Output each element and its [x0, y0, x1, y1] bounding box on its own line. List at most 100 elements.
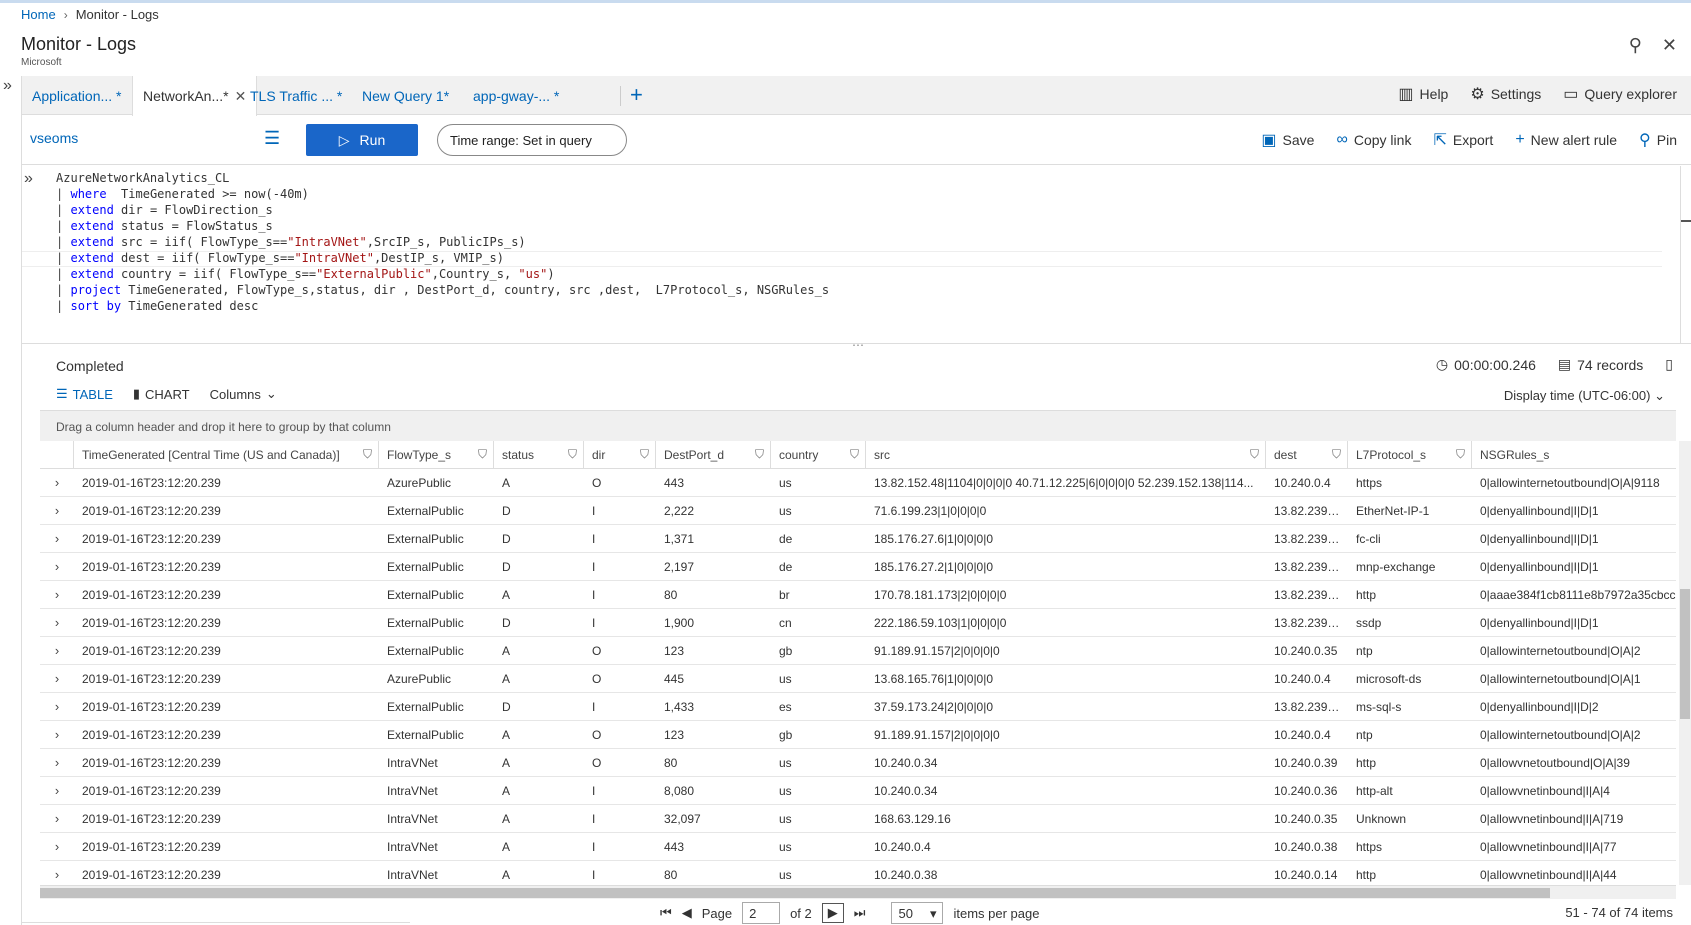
copy-link-button[interactable]: ∞ Copy link — [1336, 130, 1411, 150]
filter-settings-icon[interactable]: ☰ — [264, 128, 280, 149]
table-row[interactable]: › 2019-01-16T23:12:20.239 ExternalPublic D I… — [40, 497, 1676, 525]
column-header[interactable]: FlowType_s ⛉ — [379, 441, 494, 468]
grid-horizontal-scrollbar[interactable] — [40, 885, 1676, 899]
resize-handle[interactable]: ⋯ — [852, 338, 864, 352]
column-header[interactable]: L7Protocol_s ⛉ — [1348, 441, 1472, 468]
table-row[interactable]: › 2019-01-16T23:12:20.239 ExternalPublic D I… — [40, 525, 1676, 553]
table-row[interactable]: › 2019-01-16T23:12:20.239 ExternalPublic A O… — [40, 637, 1676, 665]
column-header[interactable]: src ⛉ — [866, 441, 1266, 468]
filter-icon[interactable]: ⛉ — [478, 447, 487, 462]
column-header[interactable]: dir ⛉ — [584, 441, 656, 468]
expand-row-icon[interactable]: › — [40, 587, 74, 602]
editor-scrollbar[interactable] — [1680, 166, 1691, 344]
filter-icon[interactable]: ⛉ — [640, 447, 649, 462]
tab-networkanalytics[interactable]: NetworkAn...* ✕ — [132, 76, 258, 116]
columns-dropdown[interactable]: Columns ⌄ — [210, 386, 277, 402]
filter-icon[interactable]: ⛉ — [363, 447, 372, 462]
breadcrumb-home-link[interactable]: Home — [21, 7, 56, 22]
pin-button[interactable]: ⚲ Pin — [1639, 130, 1677, 150]
new-alert-rule-button[interactable]: + New alert rule — [1515, 130, 1617, 150]
column-header-label: dir — [592, 447, 606, 462]
column-header[interactable]: NSGRules_s — [1472, 441, 1676, 468]
column-header[interactable]: country ⛉ — [771, 441, 866, 468]
expand-row-icon[interactable]: › — [40, 839, 74, 854]
add-tab-icon[interactable]: + — [630, 82, 643, 108]
time-range-picker[interactable]: Time range: Set in query — [437, 124, 627, 156]
expand-row-icon[interactable]: › — [40, 699, 74, 714]
run-button[interactable]: ▷ Run — [306, 124, 418, 156]
expand-row-icon[interactable]: › — [40, 811, 74, 826]
chevron-down-icon: ⌄ — [1654, 388, 1665, 403]
table-row[interactable]: › 2019-01-16T23:12:20.239 ExternalPublic D I… — [40, 693, 1676, 721]
table-row[interactable]: › 2019-01-16T23:12:20.239 ExternalPublic D I… — [40, 609, 1676, 637]
tab-app-gway[interactable]: app-gway-... * — [463, 76, 569, 115]
table-row[interactable]: › 2019-01-16T23:12:20.239 AzurePublic A O 443… — [40, 469, 1676, 497]
chevron-down-icon: ⌄ — [265, 386, 277, 401]
query-editor[interactable]: » AzureNetworkAnalytics_CL | where TimeG… — [22, 166, 1691, 344]
column-header[interactable]: TimeGenerated [Central Time (US and Cana… — [74, 441, 379, 468]
cell-time: 2019-01-16T23:12:20.239 — [82, 643, 221, 658]
copy-results-icon[interactable]: ▯ — [1665, 356, 1673, 373]
tab-chart[interactable]: ▮ CHART — [133, 386, 190, 402]
workspace-selector[interactable]: vseoms — [30, 130, 78, 146]
expand-row-icon[interactable]: › — [40, 503, 74, 518]
expand-row-icon[interactable]: › — [40, 727, 74, 742]
display-time-dropdown[interactable]: Display time (UTC-06:00) ⌄ — [1504, 388, 1665, 404]
help-button[interactable]: ▥ Help — [1398, 84, 1448, 104]
double-chevron-right-icon[interactable]: » — [3, 77, 12, 95]
table-row[interactable]: › 2019-01-16T23:12:20.239 IntraVNet A I 80 us 1… — [40, 861, 1676, 885]
tab-new-query-1[interactable]: New Query 1* — [352, 76, 459, 115]
expand-row-icon[interactable]: › — [40, 867, 74, 882]
expand-row-icon[interactable]: › — [40, 531, 74, 546]
double-chevron-right-icon[interactable]: » — [24, 170, 33, 188]
query-explorer-button[interactable]: ▭ Query explorer — [1563, 84, 1677, 104]
expand-row-icon[interactable]: › — [40, 475, 74, 490]
column-header[interactable]: DestPort_d ⛉ — [656, 441, 771, 468]
top-accent-line — [0, 0, 1691, 3]
table-row[interactable]: › 2019-01-16T23:12:20.239 ExternalPublic A O… — [40, 721, 1676, 749]
expand-row-icon[interactable]: › — [40, 615, 74, 630]
tab-tls-traffic[interactable]: TLS Traffic ... * — [240, 76, 352, 115]
table-row[interactable]: › 2019-01-16T23:12:20.239 ExternalPublic D I… — [40, 553, 1676, 581]
expand-row-icon[interactable]: › — [40, 783, 74, 798]
column-header[interactable]: dest ⛉ — [1266, 441, 1348, 468]
table-row[interactable]: › 2019-01-16T23:12:20.239 IntraVNet A I 8,080… — [40, 777, 1676, 805]
table-row[interactable]: › 2019-01-16T23:12:20.239 ExternalPublic A I… — [40, 581, 1676, 609]
query-code[interactable]: AzureNetworkAnalytics_CL | where TimeGen… — [56, 170, 829, 314]
table-row[interactable]: › 2019-01-16T23:12:20.239 IntraVNet A I 32,09… — [40, 805, 1676, 833]
last-page-icon[interactable]: ⏭ — [854, 905, 866, 921]
grid-vertical-scrollbar[interactable] — [1679, 441, 1691, 885]
tab-application[interactable]: Application... * — [22, 76, 132, 115]
next-page-icon[interactable]: ▶ — [821, 903, 844, 923]
cell-country: cn — [779, 615, 792, 630]
filter-icon[interactable]: ⛉ — [755, 447, 764, 462]
items-per-page-select[interactable]: 50 ▾ — [891, 902, 944, 924]
pin-icon[interactable]: ⚲ — [1629, 35, 1642, 56]
query-line: | extend country = iif( FlowType_s=="Ext… — [56, 267, 555, 281]
cell-src: 185.176.27.6|1|0|0|0|0 — [874, 531, 994, 546]
table-row[interactable]: › 2019-01-16T23:12:20.239 AzurePublic A O 445… — [40, 665, 1676, 693]
previous-page-icon[interactable]: ◀ — [682, 905, 692, 921]
expand-row-icon[interactable]: › — [40, 755, 74, 770]
expand-row-icon[interactable]: › — [40, 643, 74, 658]
filter-icon[interactable]: ⛉ — [1250, 447, 1259, 462]
table-row[interactable]: › 2019-01-16T23:12:20.239 IntraVNet A O 80 us 1… — [40, 749, 1676, 777]
tab-table[interactable]: ☰ TABLE — [56, 386, 113, 402]
group-by-drop-zone[interactable]: Drag a column header and drop it here to… — [40, 410, 1676, 441]
filter-icon[interactable]: ⛉ — [568, 447, 577, 462]
table-row[interactable]: › 2019-01-16T23:12:20.239 IntraVNet A I 443 us… — [40, 833, 1676, 861]
expand-row-icon[interactable]: › — [40, 559, 74, 574]
filter-icon[interactable]: ⛉ — [850, 447, 859, 462]
page-count-label: of 2 — [790, 905, 812, 921]
export-button[interactable]: ⇱ Export — [1433, 130, 1493, 150]
expand-row-icon[interactable]: › — [40, 671, 74, 686]
first-page-icon[interactable]: ⏮ — [660, 905, 672, 921]
cell-status: D — [502, 699, 511, 714]
settings-button[interactable]: ⚙ Settings — [1470, 84, 1541, 104]
filter-icon[interactable]: ⛉ — [1456, 447, 1465, 462]
column-header[interactable]: status ⛉ — [494, 441, 584, 468]
save-button[interactable]: ▣ Save — [1261, 130, 1314, 150]
close-icon[interactable]: ✕ — [1662, 35, 1677, 56]
filter-icon[interactable]: ⛉ — [1332, 447, 1341, 462]
page-number-input[interactable]: 2 — [742, 902, 781, 924]
